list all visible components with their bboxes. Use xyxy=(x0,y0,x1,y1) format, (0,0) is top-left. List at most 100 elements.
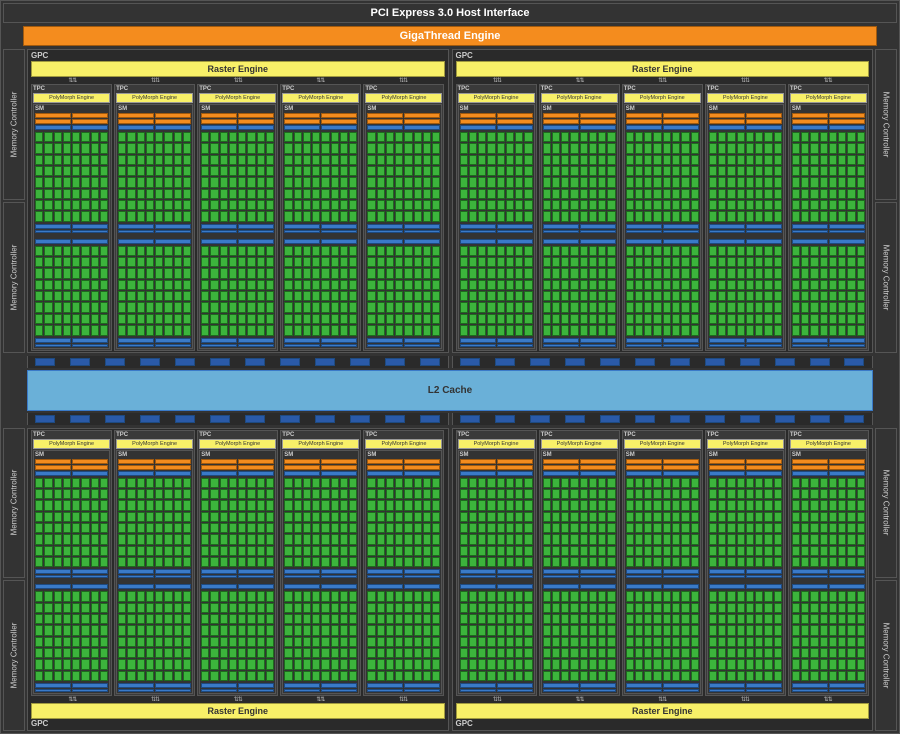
cuda-core xyxy=(155,189,163,199)
cuda-core xyxy=(238,268,246,278)
warp-scheduler xyxy=(543,465,579,470)
cuda-core xyxy=(367,200,375,210)
cuda-core xyxy=(746,268,754,278)
polymorph-engine: PolyMorph Engine xyxy=(541,93,618,103)
cuda-core-grid xyxy=(404,131,440,223)
cuda-core xyxy=(487,257,495,267)
cuda-core xyxy=(331,637,339,647)
streaming-multiprocessor: SM xyxy=(365,450,442,695)
cuda-core xyxy=(691,648,699,658)
dispatch-unit xyxy=(792,471,828,476)
cuda-core xyxy=(543,314,551,324)
cuda-core xyxy=(238,489,246,499)
cuda-core xyxy=(746,132,754,142)
sm-gap xyxy=(829,234,865,238)
cuda-core xyxy=(524,268,532,278)
cuda-core xyxy=(626,166,634,176)
main-body: Memory Controller Memory Controller GPCR… xyxy=(3,49,897,731)
cuda-core xyxy=(146,257,154,267)
cuda-core xyxy=(737,603,745,613)
texture-units xyxy=(792,689,828,692)
tpc: TPCPolyMorph EngineSM xyxy=(539,84,620,351)
ld-st-units xyxy=(829,683,865,688)
ld-st-units xyxy=(792,683,828,688)
cuda-core xyxy=(718,614,726,624)
cuda-core xyxy=(238,280,246,290)
cuda-core xyxy=(257,591,265,601)
cuda-core xyxy=(210,166,218,176)
sm-partition xyxy=(321,459,357,693)
cuda-core xyxy=(653,591,661,601)
sm-body xyxy=(118,113,191,347)
sfu-units xyxy=(321,230,357,233)
cuda-core xyxy=(155,523,163,533)
cuda-core xyxy=(91,500,99,510)
cuda-core xyxy=(847,546,855,556)
interconnect-arrows: ⇅⇅⇅⇅⇅⇅⇅⇅⇅⇅ xyxy=(456,696,870,703)
cuda-core xyxy=(367,546,375,556)
cuda-core xyxy=(72,512,80,522)
cuda-core xyxy=(146,291,154,301)
memory-controller: Memory Controller xyxy=(3,580,25,731)
cuda-core xyxy=(367,534,375,544)
cuda-core xyxy=(404,671,412,681)
cuda-core xyxy=(54,637,62,647)
sfu-units xyxy=(238,575,274,578)
cuda-core-grid xyxy=(626,131,662,223)
cuda-core xyxy=(635,257,643,267)
cuda-core xyxy=(681,166,689,176)
cuda-core xyxy=(663,625,671,635)
cuda-core xyxy=(672,637,680,647)
cuda-core xyxy=(607,189,615,199)
cuda-core xyxy=(294,523,302,533)
cuda-core xyxy=(524,302,532,312)
cuda-core xyxy=(210,132,218,142)
cuda-core xyxy=(626,489,634,499)
cuda-core xyxy=(312,625,320,635)
cuda-core xyxy=(432,625,440,635)
cuda-core xyxy=(469,500,477,510)
texture-units xyxy=(35,344,71,347)
cuda-core xyxy=(183,671,191,681)
cuda-core xyxy=(404,625,412,635)
ld-st-units xyxy=(746,569,782,574)
warp-scheduler xyxy=(460,465,496,470)
sfu-units xyxy=(72,575,108,578)
cuda-core xyxy=(340,523,348,533)
warp-scheduler xyxy=(155,465,191,470)
cuda-core xyxy=(247,166,255,176)
cuda-core xyxy=(460,625,468,635)
cuda-core xyxy=(663,659,671,669)
cuda-core xyxy=(321,557,329,567)
cuda-core xyxy=(543,478,551,488)
cuda-core xyxy=(792,280,800,290)
cuda-core xyxy=(497,257,505,267)
cuda-core xyxy=(626,591,634,601)
polymorph-engine: PolyMorph Engine xyxy=(33,439,110,449)
cuda-core xyxy=(164,211,172,221)
cuda-core xyxy=(54,166,62,176)
sfu-units xyxy=(626,575,662,578)
cuda-core xyxy=(515,143,523,153)
warp-scheduler xyxy=(201,119,237,124)
cuda-core xyxy=(91,200,99,210)
cuda-core xyxy=(681,268,689,278)
ld-st-units xyxy=(543,569,579,574)
streaming-multiprocessor: SM xyxy=(282,450,359,695)
dispatch-unit xyxy=(709,125,745,130)
cuda-core xyxy=(303,512,311,522)
sfu-units xyxy=(792,230,828,233)
sm-gap xyxy=(626,579,662,583)
cuda-core-grid xyxy=(201,245,237,337)
ld-st-units xyxy=(155,338,191,343)
cuda-core xyxy=(672,523,680,533)
cuda-core xyxy=(164,189,172,199)
cuda-core xyxy=(460,268,468,278)
cuda-core xyxy=(709,534,717,544)
cuda-core xyxy=(515,523,523,533)
cuda-core xyxy=(183,603,191,613)
cuda-core xyxy=(561,659,569,669)
cuda-core xyxy=(100,489,108,499)
cuda-core xyxy=(820,200,828,210)
texture-units xyxy=(72,689,108,692)
